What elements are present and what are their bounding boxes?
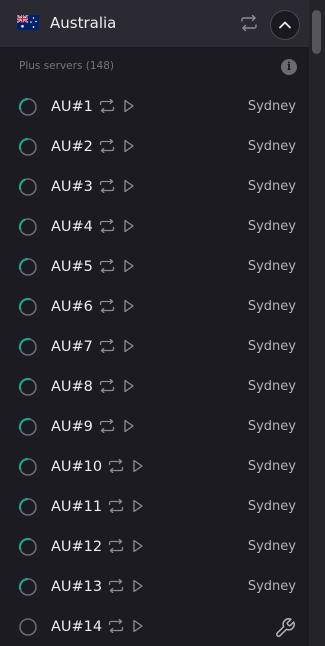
server-name: AU#10 — [51, 459, 103, 475]
server-row[interactable]: AU#9 Sydney — [0, 407, 309, 447]
server-city: Sydney — [247, 459, 296, 474]
connect-icon[interactable] — [123, 219, 135, 233]
server-row[interactable]: AU#6 Sydney — [0, 287, 309, 327]
server-list: AU#1 Sydney AU#2 Sydney AU#3 Sydney AU#4 Sydney… — [0, 87, 309, 646]
reconnect-icon[interactable] — [99, 419, 115, 433]
reconnect-icon[interactable] — [99, 219, 115, 233]
server-city: Sydney — [247, 299, 296, 314]
connect-icon[interactable] — [123, 419, 135, 433]
connect-icon[interactable] — [132, 619, 144, 633]
server-name: AU#13 — [51, 579, 103, 595]
server-city: Sydney — [247, 339, 296, 354]
server-name: AU#5 — [51, 259, 93, 275]
connect-icon[interactable] — [132, 459, 144, 473]
reconnect-icon[interactable] — [108, 499, 124, 513]
server-name: AU#9 — [51, 419, 93, 435]
reconnect-icon[interactable] — [99, 179, 115, 193]
connect-icon[interactable] — [132, 579, 144, 593]
connect-icon[interactable] — [123, 259, 135, 273]
server-city: Sydney — [247, 379, 296, 394]
reconnect-icon[interactable] — [99, 99, 115, 113]
server-name: AU#2 — [51, 139, 93, 155]
server-name: AU#6 — [51, 299, 93, 315]
server-list-panel: Australia Plus servers (148) i AU#1 Sydne… — [0, 0, 309, 646]
country-header[interactable]: Australia — [0, 0, 309, 47]
server-load-icon — [18, 417, 38, 437]
server-row[interactable]: AU#1 Sydney — [0, 87, 309, 127]
connect-icon[interactable] — [123, 339, 135, 353]
server-load-icon — [18, 297, 38, 317]
reconnect-icon[interactable] — [108, 539, 124, 553]
server-row[interactable]: AU#3 Sydney — [0, 167, 309, 207]
reconnect-icon[interactable] — [99, 299, 115, 313]
server-name: AU#14 — [51, 619, 103, 635]
server-city: Sydney — [247, 139, 296, 154]
connect-icon[interactable] — [123, 379, 135, 393]
connect-icon[interactable] — [132, 539, 144, 553]
scrollbar-thumb[interactable] — [312, 10, 321, 54]
server-load-icon — [18, 257, 38, 277]
collapse-button[interactable] — [270, 10, 300, 40]
reconnect-icon[interactable] — [108, 459, 124, 473]
connect-icon[interactable] — [123, 139, 135, 153]
reconnect-icon[interactable] — [108, 619, 124, 633]
country-name: Australia — [50, 14, 117, 32]
server-load-icon — [18, 97, 38, 117]
info-icon[interactable]: i — [281, 59, 297, 75]
server-load-icon — [18, 577, 38, 597]
server-row[interactable]: AU#5 Sydney — [0, 247, 309, 287]
server-load-icon — [18, 537, 38, 557]
server-row[interactable]: AU#7 Sydney — [0, 327, 309, 367]
server-row[interactable]: AU#2 Sydney — [0, 127, 309, 167]
server-load-icon — [19, 618, 37, 636]
server-city: Sydney — [247, 539, 296, 554]
server-row[interactable]: AU#8 Sydney — [0, 367, 309, 407]
server-name: AU#1 — [51, 99, 93, 115]
connect-icon[interactable] — [123, 299, 135, 313]
server-load-icon — [18, 137, 38, 157]
server-name: AU#8 — [51, 379, 93, 395]
server-load-icon — [18, 337, 38, 357]
server-load-icon — [18, 217, 38, 237]
section-label: Plus servers (148) — [19, 60, 114, 72]
connect-icon[interactable] — [123, 179, 135, 193]
connect-icon[interactable] — [132, 499, 144, 513]
reconnect-icon[interactable] — [99, 139, 115, 153]
scrollbar-track[interactable] — [309, 0, 325, 646]
server-name: AU#4 — [51, 219, 93, 235]
server-name: AU#12 — [51, 539, 103, 555]
server-city: Sydney — [247, 179, 296, 194]
server-city: Sydney — [247, 99, 296, 114]
reconnect-icon[interactable] — [99, 339, 115, 353]
server-name: AU#11 — [51, 499, 103, 515]
server-load-icon — [18, 377, 38, 397]
server-name: AU#7 — [51, 339, 93, 355]
server-row[interactable]: AU#12 Sydney — [0, 527, 309, 567]
server-load-icon — [18, 177, 38, 197]
reconnect-icon[interactable] — [108, 579, 124, 593]
server-city: Sydney — [247, 259, 296, 274]
server-row[interactable]: AU#13 Sydney — [0, 567, 309, 607]
server-name: AU#3 — [51, 179, 93, 195]
server-city: Sydney — [247, 219, 296, 234]
server-row[interactable]: AU#10 Sydney — [0, 447, 309, 487]
reconnect-icon[interactable] — [99, 379, 115, 393]
server-row[interactable]: AU#4 Sydney — [0, 207, 309, 247]
reconnect-icon[interactable] — [99, 259, 115, 273]
server-row[interactable]: AU#11 Sydney — [0, 487, 309, 527]
reconnect-icon[interactable] — [240, 15, 258, 31]
server-city: Sydney — [247, 419, 296, 434]
chevron-up-icon — [279, 21, 291, 29]
server-load-icon — [18, 457, 38, 477]
server-load-icon — [18, 497, 38, 517]
server-row[interactable]: AU#14 — [0, 607, 309, 646]
server-city: Sydney — [247, 579, 296, 594]
wrench-icon — [276, 618, 295, 637]
connect-icon[interactable] — [123, 99, 135, 113]
server-city: Sydney — [247, 499, 296, 514]
australia-flag-icon — [17, 15, 39, 30]
